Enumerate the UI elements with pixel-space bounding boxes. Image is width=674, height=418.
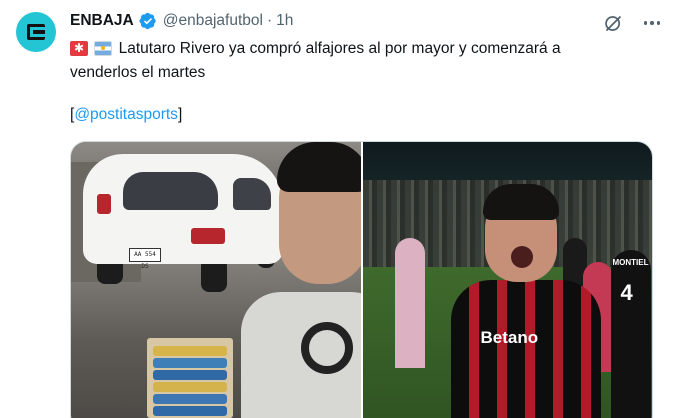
person-shirt xyxy=(241,292,361,418)
argentina-flag-icon xyxy=(94,41,113,56)
alfajor-row xyxy=(153,346,227,356)
jersey-number: 4 xyxy=(620,280,633,305)
media-grid: AA 554 DS MONTIEL 4 Betano xyxy=(70,141,653,418)
jersey-name: MONTIEL xyxy=(612,258,649,267)
car-taillight xyxy=(97,194,111,214)
player-mouth xyxy=(510,246,533,268)
white-car: AA 554 DS xyxy=(83,154,283,270)
background-player xyxy=(610,250,651,418)
car-window xyxy=(123,172,218,210)
more-options-dot xyxy=(656,21,661,25)
more-options-dot xyxy=(650,21,654,25)
tweet-text-line2: venderlos el martes xyxy=(70,64,206,81)
enbaja-logo-icon xyxy=(27,24,45,40)
sos-flag-icon xyxy=(70,41,88,56)
tweet-text: Latutaro Rivero ya compró alfajores al p… xyxy=(70,38,655,59)
timestamp[interactable]: 1h xyxy=(276,11,293,31)
jersey-sponsor: Betano xyxy=(480,328,539,347)
verified-badge-icon xyxy=(139,12,157,30)
avatar[interactable] xyxy=(16,12,56,52)
grok-button[interactable] xyxy=(602,12,624,34)
mention-line: [@postitasports] xyxy=(70,104,182,125)
separator: · xyxy=(266,12,273,29)
more-options-button[interactable] xyxy=(640,12,664,34)
tweet-card[interactable]: ENBAJA @enbajafutbol · 1h Latutaro River… xyxy=(0,0,674,418)
photo-car-alfajores[interactable]: AA 554 DS xyxy=(71,142,361,418)
alfajor-row xyxy=(153,394,227,404)
account-name[interactable]: ENBAJA xyxy=(70,11,134,31)
alfajor-row xyxy=(153,358,227,368)
tweet-text-line1: Latutaro Rivero ya compró alfajores al p… xyxy=(118,40,561,57)
alfajor-row xyxy=(153,382,227,392)
account-handle[interactable]: @enbajafutbol xyxy=(163,11,263,31)
more-options-icon xyxy=(643,21,648,25)
alfajor-row xyxy=(153,370,227,380)
mention-link[interactable]: @postitasports xyxy=(74,106,178,123)
background-player xyxy=(394,238,425,368)
car-window xyxy=(233,178,271,210)
grok-icon xyxy=(604,15,621,31)
license-plate: AA 554 DS xyxy=(129,248,161,270)
mention-close-bracket: ] xyxy=(177,106,183,123)
car-taillight xyxy=(191,228,225,244)
player-hair xyxy=(482,184,559,220)
player-jersey xyxy=(450,280,601,418)
tweet-header: ENBAJA @enbajafutbol · 1h xyxy=(70,11,293,31)
photo-player-celebrating[interactable]: MONTIEL 4 Betano xyxy=(362,142,652,418)
alfajor-row xyxy=(153,406,227,416)
